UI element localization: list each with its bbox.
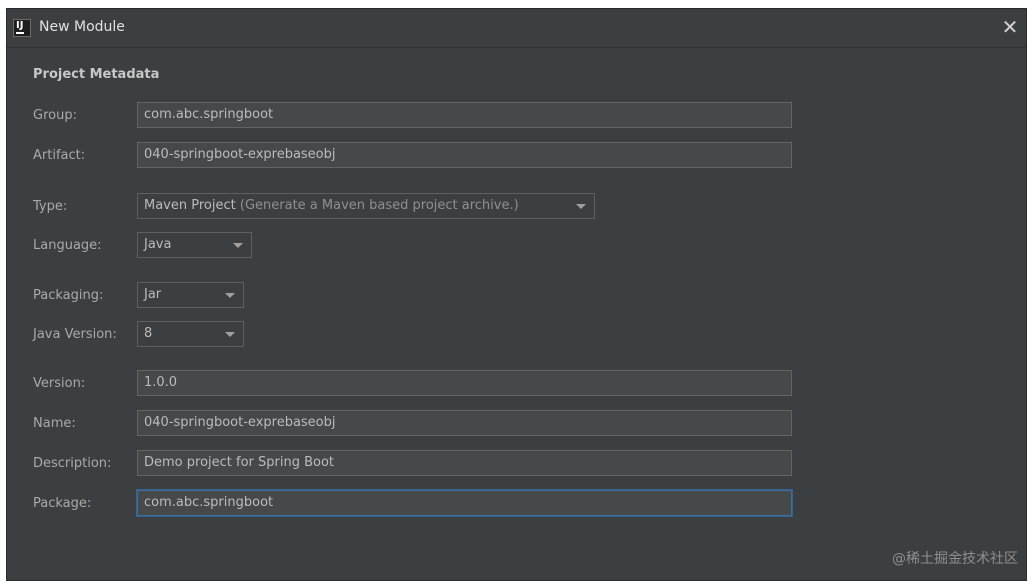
language-select[interactable]: Java [137,232,252,258]
java-version-label: Java Version: [33,327,117,342]
version-label: Version: [33,376,86,391]
section-title: Project Metadata [33,67,160,82]
description-field[interactable]: Demo project for Spring Boot [137,450,792,476]
type-label: Type: [33,199,68,214]
group-label: Group: [33,108,77,123]
chevron-down-icon [233,243,243,248]
group-field[interactable]: com.abc.springboot [137,102,792,128]
chevron-down-icon [225,293,235,298]
artifact-label: Artifact: [33,148,86,163]
type-select-hint: (Generate a Maven based project archive.… [239,198,519,213]
description-label: Description: [33,456,112,471]
type-select[interactable]: Maven Project (Generate a Maven based pr… [137,193,595,219]
language-select-value: Java [144,237,172,252]
title-bar: IJ New Module ✕ [7,9,1026,48]
new-module-dialog: IJ New Module ✕ Project Metadata Group: … [6,8,1027,581]
java-version-select-value: 8 [144,326,153,341]
packaging-label: Packaging: [33,288,104,303]
packaging-select[interactable]: Jar [137,282,244,308]
chevron-down-icon [576,204,586,209]
package-field[interactable]: com.abc.springboot [137,490,792,516]
name-label: Name: [33,416,76,431]
language-label: Language: [33,238,102,253]
chevron-down-icon [225,332,235,337]
type-select-value: Maven Project [144,198,236,213]
close-icon[interactable]: ✕ [998,15,1022,39]
package-label: Package: [33,496,92,511]
version-field[interactable]: 1.0.0 [137,370,792,396]
watermark: @稀土掘金技术社区 [892,551,1018,567]
name-field[interactable]: 040-springboot-exprebaseobj [137,410,792,436]
window-title: New Module [39,19,125,35]
artifact-field[interactable]: 040-springboot-exprebaseobj [137,142,792,168]
java-version-select[interactable]: 8 [137,321,244,347]
packaging-select-value: Jar [144,287,162,302]
intellij-app-icon: IJ [13,19,31,37]
